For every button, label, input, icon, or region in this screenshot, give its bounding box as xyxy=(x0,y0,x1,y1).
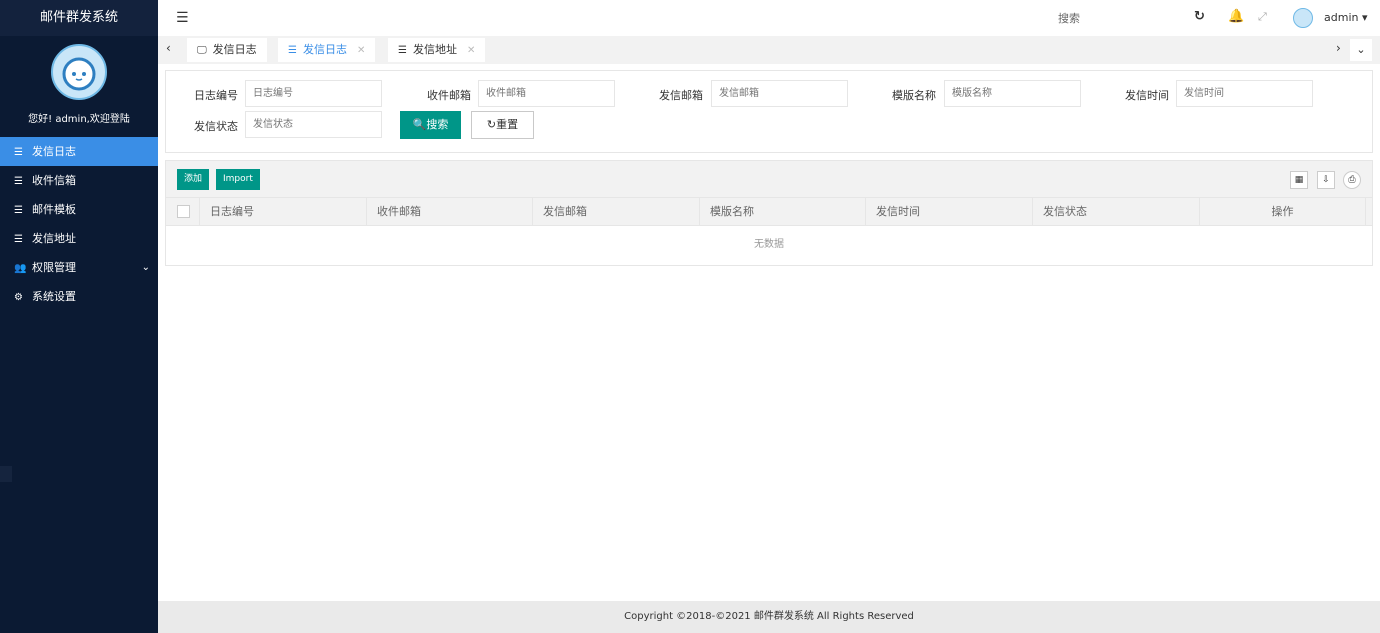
reset-button[interactable]: ↻重置 xyxy=(471,111,534,139)
monitor-icon: 🖵 xyxy=(197,45,207,56)
footer: Copyright ©2018-©2021 邮件群发系统 All Rights … xyxy=(158,601,1380,633)
sidebar-item-send-address[interactable]: ☰ 发信地址 xyxy=(0,224,158,253)
user-panel: 您好! admin,欢迎登陆 xyxy=(0,36,158,137)
field-label: 发信状态 xyxy=(194,120,238,133)
table-toolbar: 添加 Import ▦ ⇩ ⎙ xyxy=(166,161,1372,198)
sidebar-item-label: 邮件模板 xyxy=(32,203,76,216)
sidebar-collapse-handle[interactable] xyxy=(0,466,12,482)
sidebar-item-label: 收件信箱 xyxy=(32,174,76,187)
sidebar-item-label: 发信日志 xyxy=(32,145,76,158)
field-label: 模版名称 xyxy=(892,89,936,102)
tabs-scroll-left-icon[interactable]: ‹ xyxy=(166,41,171,55)
column-header[interactable]: 模版名称 xyxy=(700,198,866,225)
header-search[interactable]: 搜索 xyxy=(1058,10,1080,26)
column-header[interactable]: 发信时间 xyxy=(866,198,1033,225)
app-title: 邮件群发系统 xyxy=(0,0,158,36)
search-form: 日志编号 收件邮箱 发信邮箱 模版名称 发信时间 发信状态 🔍搜索 ↻重置 xyxy=(165,70,1373,153)
close-icon[interactable]: ✕ xyxy=(467,45,475,56)
field-label: 日志编号 xyxy=(194,89,238,102)
sidebar-item-templates[interactable]: ☰ 邮件模板 xyxy=(0,195,158,224)
close-icon[interactable]: ✕ xyxy=(357,45,365,56)
empty-state: 无数据 xyxy=(754,239,784,250)
username: admin xyxy=(1324,11,1359,24)
log-id-input[interactable] xyxy=(245,80,382,107)
search-button[interactable]: 🔍搜索 xyxy=(400,111,461,139)
import-button[interactable]: Import xyxy=(216,169,260,190)
tab-send-address[interactable]: ☰ 发信地址 ✕ xyxy=(388,38,486,62)
tab-label: 发信日志 xyxy=(302,43,347,56)
users-icon: 👥 xyxy=(14,263,27,274)
sidebar: 邮件群发系统 您好! admin,欢迎登陆 ☰ 发信日志 ☰ 收件信箱 ☰ 邮件模板 … xyxy=(0,0,158,633)
sidebar-item-label: 权限管理 xyxy=(32,261,76,274)
select-all-checkbox[interactable] xyxy=(166,198,200,225)
tabs-scroll-right-icon[interactable]: › xyxy=(1336,41,1341,55)
tab-label: 发信日志 xyxy=(212,43,257,56)
caret-down-icon: ▾ xyxy=(1361,11,1368,24)
user-menu[interactable]: admin ▾ xyxy=(1324,11,1368,24)
add-button[interactable]: 添加 xyxy=(177,169,210,190)
tab-send-log-home[interactable]: 🖵 发信日志 xyxy=(187,38,267,62)
sidebar-item-settings[interactable]: ⚙ 系统设置 xyxy=(0,282,158,311)
welcome-text: 您好! admin,欢迎登陆 xyxy=(28,114,130,125)
list-icon: ☰ xyxy=(14,147,23,158)
gear-icon: ⚙ xyxy=(14,292,23,303)
sidebar-item-label: 系统设置 xyxy=(32,290,76,303)
column-header[interactable]: 收件邮箱 xyxy=(367,198,533,225)
list-icon: ☰ xyxy=(14,176,23,187)
sidebar-item-send-log[interactable]: ☰ 发信日志 xyxy=(0,137,158,166)
header-avatar[interactable] xyxy=(1293,8,1313,28)
tab-label: 发信地址 xyxy=(412,43,457,56)
field-label: 收件邮箱 xyxy=(427,89,471,102)
template-name-input[interactable] xyxy=(944,80,1081,107)
avatar[interactable] xyxy=(51,44,107,100)
column-header[interactable]: 日志编号 xyxy=(200,198,367,225)
avatar-face-icon xyxy=(62,57,96,91)
tabs-dropdown-icon[interactable]: ⌄ xyxy=(1350,39,1372,61)
column-header: 操作 xyxy=(1200,198,1366,225)
export-icon[interactable]: ⇩ xyxy=(1317,171,1335,189)
search-button-label: 搜索 xyxy=(426,118,449,131)
data-table: 添加 Import ▦ ⇩ ⎙ 日志编号 收件邮箱 发信邮箱 模版名称 发信时间… xyxy=(165,160,1373,266)
list-icon: ☰ xyxy=(288,45,297,56)
send-time-input[interactable] xyxy=(1176,80,1313,107)
fullscreen-icon[interactable]: ⤢ xyxy=(1258,10,1267,24)
sidebar-item-label: 发信地址 xyxy=(32,232,76,245)
field-label: 发信邮箱 xyxy=(659,89,703,102)
column-header[interactable]: 发信邮箱 xyxy=(533,198,700,225)
sender-email-input[interactable] xyxy=(711,80,848,107)
tabs-bar: ‹ 🖵 发信日志 ☰ 发信日志 ✕ ☰ 发信地址 ✕ › ⌄ xyxy=(158,36,1380,64)
reset-button-label: 重置 xyxy=(496,118,519,131)
list-icon: ☰ xyxy=(14,205,23,216)
columns-icon[interactable]: ▦ xyxy=(1290,171,1308,189)
refresh-icon[interactable]: ↻ xyxy=(1194,9,1205,24)
print-icon[interactable]: ⎙ xyxy=(1343,171,1361,189)
search-icon: 🔍 xyxy=(412,118,427,131)
top-header: ☰ 搜索 ↻ 🔔 ⤢ admin ▾ xyxy=(158,0,1380,36)
sidebar-item-permissions[interactable]: 👥 权限管理 ⌄ xyxy=(0,253,158,282)
sidebar-item-inbox[interactable]: ☰ 收件信箱 xyxy=(0,166,158,195)
list-icon: ☰ xyxy=(14,234,23,245)
recipient-email-input[interactable] xyxy=(478,80,615,107)
menu-toggle-icon[interactable]: ☰ xyxy=(176,10,189,26)
field-label: 发信时间 xyxy=(1125,89,1169,102)
bell-icon[interactable]: 🔔 xyxy=(1228,9,1244,24)
column-header[interactable]: 发信状态 xyxy=(1033,198,1200,225)
tab-send-log[interactable]: ☰ 发信日志 ✕ xyxy=(278,38,376,62)
send-status-input[interactable] xyxy=(245,111,382,138)
table-header: 日志编号 收件邮箱 发信邮箱 模版名称 发信时间 发信状态 操作 xyxy=(166,198,1372,226)
list-icon: ☰ xyxy=(398,45,407,56)
chevron-down-icon: ⌄ xyxy=(141,262,150,273)
refresh-icon: ↻ xyxy=(486,118,497,131)
